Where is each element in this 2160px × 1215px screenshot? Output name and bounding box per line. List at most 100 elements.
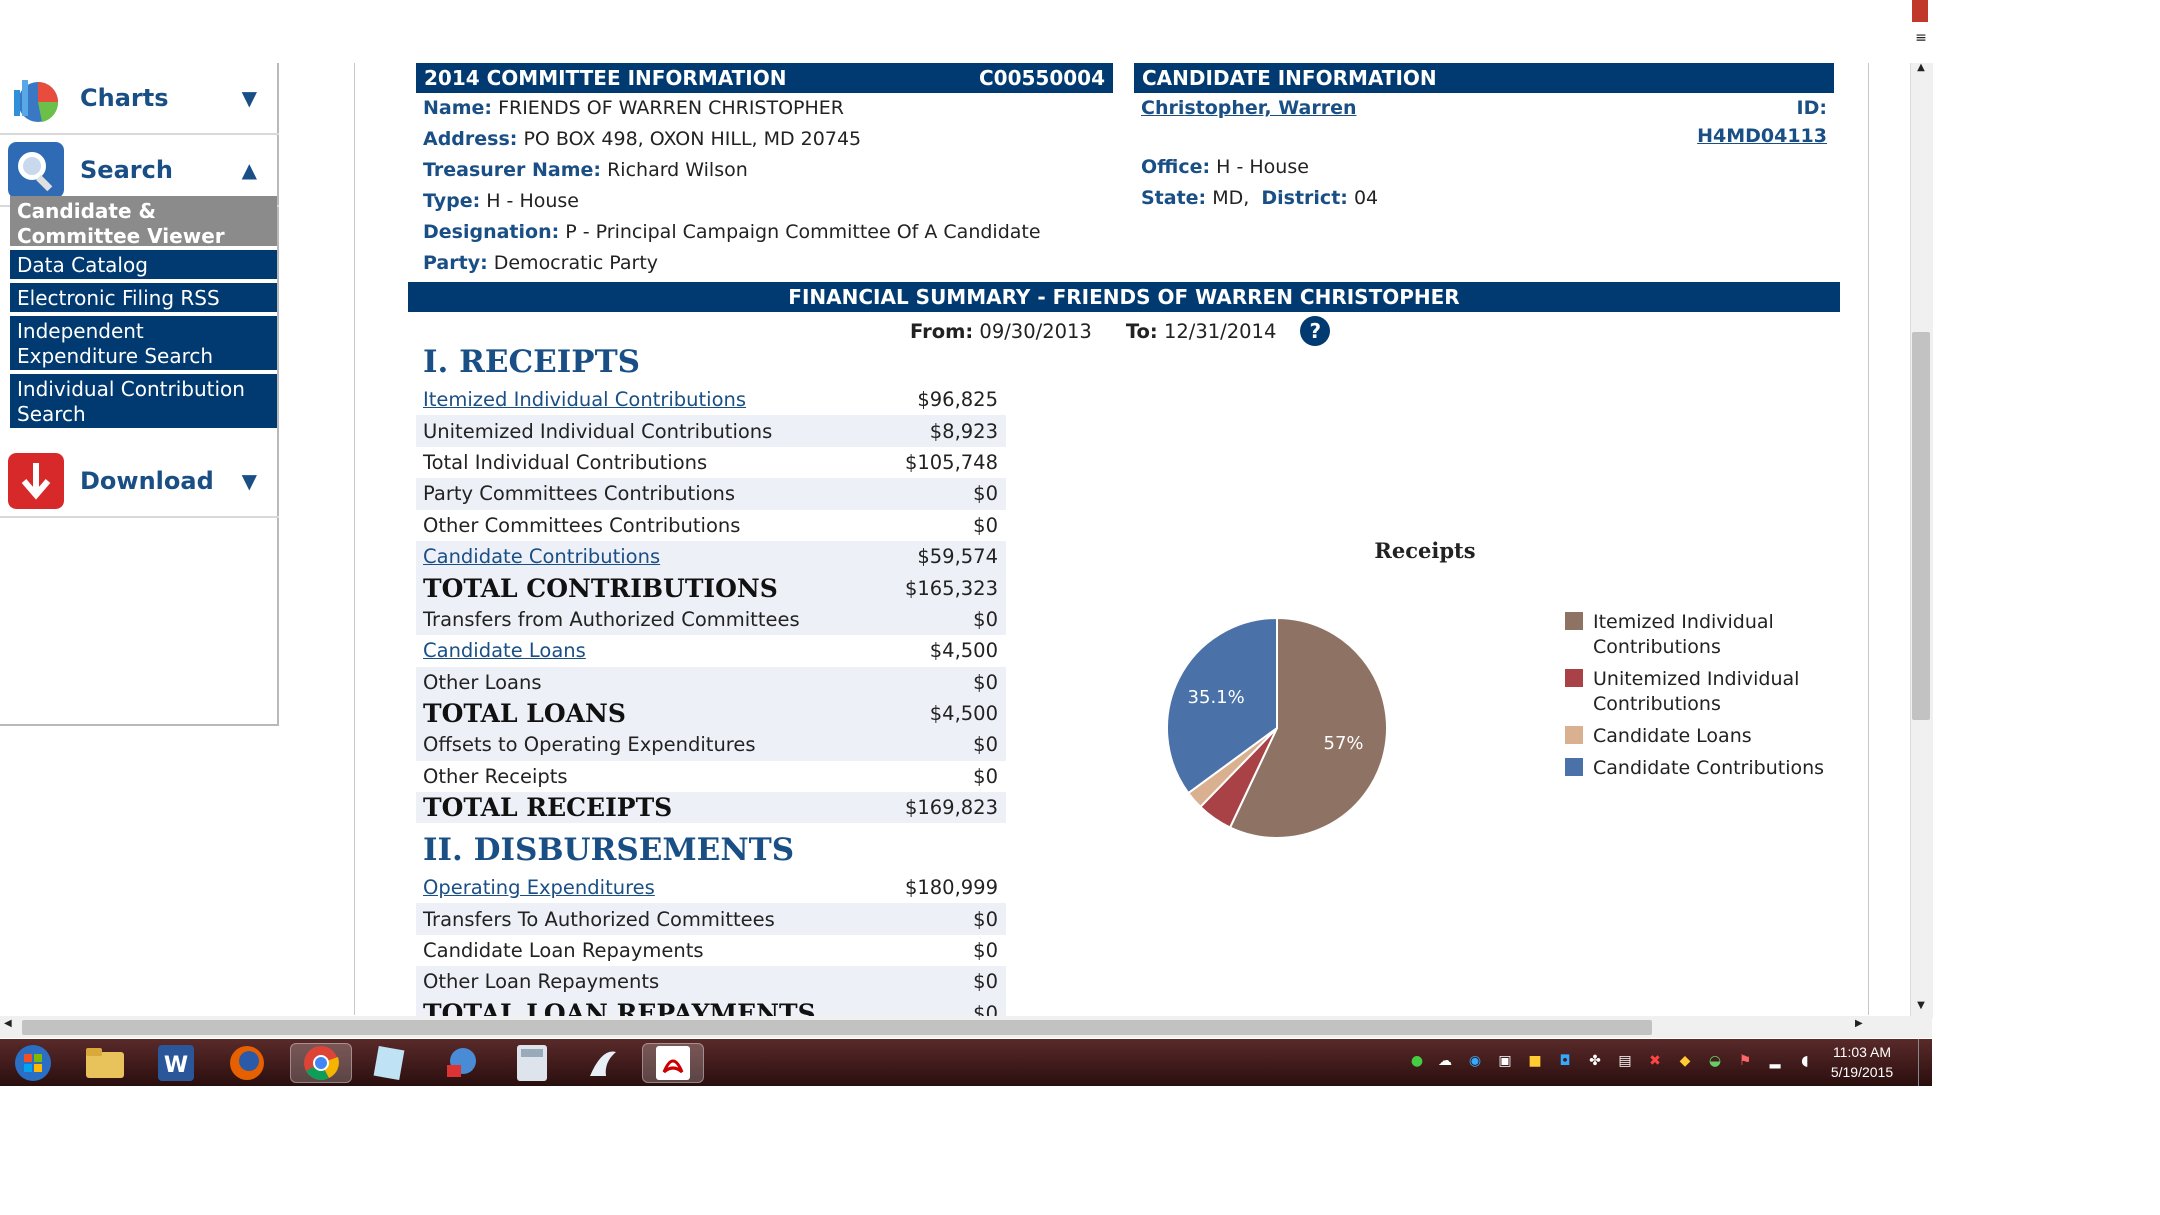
table-row: TOTAL LOANS $4,500 <box>416 697 1006 730</box>
firefox-icon[interactable] <box>222 1043 272 1083</box>
candidate-name-link[interactable]: Christopher, Warren <box>1141 93 1356 124</box>
party-label: Party: <box>423 252 488 274</box>
start-orb-icon[interactable] <box>8 1043 58 1083</box>
candidate-id-link[interactable]: H4MD04113 <box>1697 125 1827 147</box>
download-label: Download <box>80 467 214 495</box>
scroll-up-icon[interactable]: ▲ <box>1912 62 1930 73</box>
search-icon <box>8 142 64 198</box>
row-value: $8,923 <box>929 419 998 443</box>
volume-icon[interactable]: ◖ <box>1796 1053 1814 1071</box>
sidebar-charts-header[interactable]: Charts ▼ <box>0 63 279 135</box>
tray-icon[interactable]: ◉ <box>1466 1053 1484 1071</box>
word-icon[interactable]: W <box>151 1043 201 1083</box>
scroll-down-icon[interactable]: ▼ <box>1912 1000 1930 1011</box>
committee-header: 2014 COMMITTEE INFORMATION C00550004 <box>416 63 1113 93</box>
treasurer-label: Treasurer Name: <box>423 159 602 181</box>
svg-text:W: W <box>164 1053 188 1078</box>
pie: 57% 35.1% <box>1166 616 1388 839</box>
table-row: Candidate Loans $4,500 <box>416 635 1006 666</box>
menu-icon[interactable]: ≡ <box>1912 30 1930 46</box>
chevron-down-icon: ▼ <box>241 469 257 493</box>
date-range: From: 09/30/2013 To: 12/31/2014 ? <box>910 316 1331 346</box>
tray-icon[interactable]: ▣ <box>1496 1053 1514 1071</box>
calculator-icon[interactable] <box>507 1043 557 1083</box>
show-desktop-button[interactable] <box>1918 1039 1933 1086</box>
clock[interactable]: 11:03 AM 5/19/2015 <box>1822 1042 1902 1082</box>
vertical-scroll-thumb[interactable] <box>1912 332 1930 720</box>
office-label: Office: <box>1141 156 1211 178</box>
name-label: Name: <box>423 97 493 119</box>
notepad-icon[interactable] <box>364 1043 414 1083</box>
row-value: $96,825 <box>917 388 998 412</box>
from-label: From: <box>910 319 974 343</box>
address-label: Address: <box>423 128 518 150</box>
from-date: 09/30/2013 <box>979 319 1092 343</box>
row-value: $165,323 <box>904 576 998 600</box>
signal-icon[interactable]: ▂ <box>1766 1053 1784 1071</box>
to-date: 12/31/2014 <box>1163 319 1277 343</box>
tray-icon[interactable]: ◒ <box>1706 1053 1724 1071</box>
sidebar-item-candidate-committee-viewer[interactable]: Candidate & Committee Viewer <box>10 196 277 248</box>
tray-icon[interactable]: ◘ <box>1556 1053 1574 1071</box>
help-icon[interactable]: ? <box>1300 316 1331 346</box>
treasurer-name: Richard Wilson <box>607 159 748 181</box>
chevron-up-icon: ▲ <box>241 158 257 182</box>
acrobat-icon[interactable] <box>642 1043 704 1083</box>
tray-icon[interactable]: ☁ <box>1436 1053 1454 1071</box>
table-row: TOTAL RECEIPTS $169,823 <box>416 792 1006 824</box>
row-label: TOTAL CONTRIBUTIONS <box>423 573 778 603</box>
legend-label: Candidate Loans <box>1593 725 1752 747</box>
row-label-link[interactable]: Candidate Loans <box>416 639 838 662</box>
tray-icon[interactable]: ● <box>1408 1053 1426 1071</box>
tray-icon[interactable]: ▤ <box>1616 1053 1634 1071</box>
table-row: Candidate Contributions $59,574 <box>416 540 1006 573</box>
table-row: Transfers To Authorized Committees $0 <box>416 903 1006 935</box>
network-icon[interactable] <box>436 1043 486 1083</box>
state-label: State: <box>1141 187 1207 209</box>
row-value: $0 <box>973 907 998 931</box>
row-value: $180,999 <box>904 876 998 900</box>
committee-id: C00550004 <box>978 66 1105 90</box>
row-label-link[interactable]: Itemized Individual Contributions <box>416 388 838 411</box>
tray-icon[interactable]: ✤ <box>1586 1053 1604 1071</box>
sidebar-item-individual-contribution[interactable]: Individual Contribution Search <box>10 374 277 430</box>
window-edge-marker <box>1912 0 1928 22</box>
sidebar-item-rss-feed[interactable]: Electronic Filing RSS Feed <box>10 283 277 335</box>
tray-icon[interactable]: ✖ <box>1646 1053 1664 1071</box>
row-label-link[interactable]: Operating Expenditures <box>416 876 838 899</box>
table-row: Unitemized Individual Contributions $8,92… <box>416 415 1006 447</box>
sidebar-download-header[interactable]: Download ▼ <box>0 446 279 518</box>
table-row: Candidate Loan Repayments $0 <box>416 935 1006 966</box>
scroll-right-icon[interactable]: ▶ <box>1855 1018 1863 1029</box>
table-row: Itemized Individual Contributions $96,825 <box>416 384 1006 415</box>
tray-icon[interactable]: ■ <box>1526 1053 1544 1071</box>
table-row: Other Receipts $0 <box>416 761 1006 792</box>
slice-label: 57% <box>1324 733 1364 754</box>
sidebar: Charts ▼ Search ▲ Candidate & Committee … <box>0 63 279 726</box>
flag-icon[interactable]: ⚑ <box>1736 1053 1754 1071</box>
clock-date: 5/19/2015 <box>1830 1064 1894 1080</box>
row-label-link[interactable]: Candidate Contributions <box>416 545 838 568</box>
paper-icon[interactable] <box>578 1043 628 1083</box>
chart-legend: Itemized Individual Contributions Unitemiz… <box>1565 611 1824 779</box>
legend-swatch <box>1565 612 1583 630</box>
table-row: Offsets to Operating Expenditures $0 <box>416 729 1006 761</box>
tray-icon[interactable]: ◆ <box>1676 1053 1694 1071</box>
table-row: Other Loan Repayments $0 <box>416 966 1006 998</box>
table-row: Operating Expenditures $180,999 <box>416 872 1006 903</box>
row-label: Total Individual Contributions <box>423 450 708 474</box>
sidebar-item-data-catalog[interactable]: Data Catalog <box>10 250 277 281</box>
row-value: $0 <box>973 482 998 506</box>
charts-label: Charts <box>80 84 169 112</box>
file-explorer-icon[interactable] <box>80 1043 130 1083</box>
row-value: $0 <box>973 970 998 994</box>
legend-swatch <box>1565 726 1583 744</box>
download-icon <box>8 453 64 509</box>
chrome-icon[interactable] <box>290 1043 352 1083</box>
horizontal-scroll-thumb[interactable] <box>22 1020 1652 1035</box>
sidebar-item-independent-expenditure[interactable]: Independent Expenditure Search <box>10 316 277 372</box>
committee-name: FRIENDS OF WARREN CHRISTOPHER <box>498 97 845 119</box>
slice-label: 35.1% <box>1188 687 1245 708</box>
scroll-left-icon[interactable]: ◀ <box>4 1018 12 1029</box>
committee-header-title: 2014 COMMITTEE INFORMATION <box>424 66 787 90</box>
